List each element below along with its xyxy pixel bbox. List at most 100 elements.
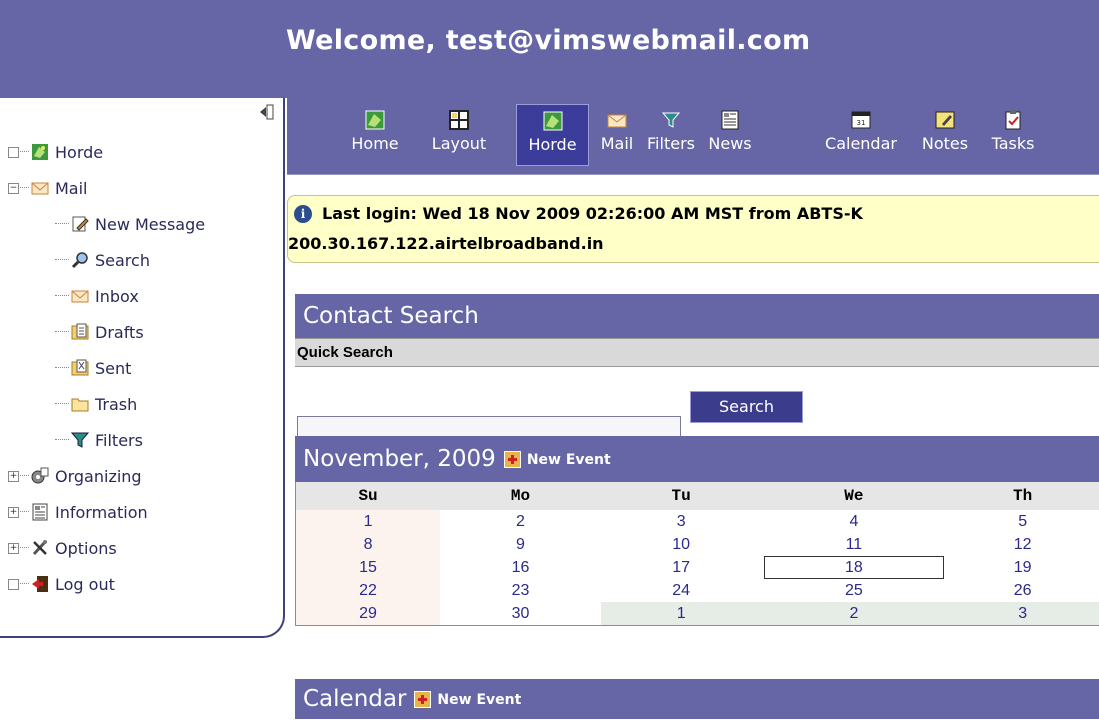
calendar-week-row: 22 23 24 25 26 [296,579,1099,602]
calendar-day[interactable]: 15 [296,556,441,579]
nav-tasks-button[interactable]: Tasks [988,104,1038,166]
add-event-icon[interactable] [414,691,431,708]
nav-label: Layout [432,134,486,153]
calendar-day-today[interactable]: 18 [762,556,947,579]
sidebar: Horde − Mail New Message Search Inbox Dr… [0,98,285,638]
inbox-icon [71,287,89,305]
tree-toggle[interactable]: + [8,543,19,554]
sidebar-item-label: Log out [55,575,115,594]
notice-host: 200.30.167.122.airtelbroadband.in [288,234,604,253]
sidebar-item-new-message[interactable]: New Message [54,210,205,238]
calendar-day[interactable]: 25 [762,579,947,602]
calendar-events-header: Calendar New Event [295,679,1099,719]
month-title[interactable]: November, 2009 [303,446,496,472]
tree-toggle[interactable] [8,147,19,158]
nav-layout-button[interactable]: Layout [430,104,488,166]
sidebar-item-inbox[interactable]: Inbox [54,282,139,310]
calendar-day[interactable]: 22 [296,579,441,602]
sidebar-item-label: New Message [95,215,205,234]
sidebar-item-search[interactable]: Search [54,246,150,274]
weekday-header: Th [946,482,1099,510]
compose-icon [71,215,89,233]
tree-toggle[interactable]: + [8,507,19,518]
sidebar-item-options[interactable]: + Options [8,534,117,562]
sidebar-item-filters[interactable]: Filters [54,426,143,454]
weekday-header-row: Su Mo Tu We Th [296,482,1099,510]
nav-horde-button[interactable]: Horde [516,104,589,166]
drafts-icon [71,323,89,341]
quick-search-label: Quick Search [295,338,1099,367]
nav-label: News [708,134,751,153]
calendar-day[interactable]: 23 [440,579,601,602]
nav-filters-button[interactable]: Filters [641,104,701,166]
calendar-day[interactable]: 16 [440,556,601,579]
calendar-week-row: 8 9 10 11 12 [296,533,1099,556]
mail-icon [31,179,49,197]
organizing-icon [31,467,49,485]
calendar-day[interactable]: 10 [601,533,762,556]
calendar-day[interactable]: 11 [762,533,947,556]
calendar-week-row: 15 16 17 18 19 [296,556,1099,579]
nav-label: Notes [922,134,968,153]
sidebar-item-organizing[interactable]: + Organizing [8,462,142,490]
sidebar-item-mail[interactable]: − Mail [8,174,88,202]
search-button[interactable]: Search [690,391,803,423]
news-icon [720,110,740,130]
weekday-header: We [762,482,947,510]
nav-label: Horde [528,135,576,154]
calendar-day[interactable]: 29 [296,602,441,626]
calendar-day[interactable]: 26 [946,579,1099,602]
calendar-day[interactable]: 8 [296,533,441,556]
sidebar-item-information[interactable]: + Information [8,498,148,526]
trash-icon [71,395,89,413]
nav-label: Mail [601,134,634,153]
calendar-day[interactable]: 30 [440,602,601,626]
sidebar-item-logout[interactable]: Log out [8,570,115,598]
sidebar-item-drafts[interactable]: Drafts [54,318,144,346]
calendar-day[interactable]: 12 [946,533,1099,556]
mail-icon [607,110,627,130]
calendar-day[interactable]: 5 [946,510,1099,533]
calendar-day-next-month[interactable]: 3 [946,602,1099,626]
logout-icon [31,575,49,593]
calendar-day[interactable]: 24 [601,579,762,602]
calendar-month-header: November, 2009 New Event [295,436,1099,482]
sidebar-item-sent[interactable]: Sent [54,354,131,382]
calendar-week-row: 1 2 3 4 5 [296,510,1099,533]
calendar-day[interactable]: 4 [762,510,947,533]
nav-label: Tasks [992,134,1035,153]
sidebar-item-label: Horde [55,143,103,162]
tree-toggle[interactable] [8,579,19,590]
collapse-sidebar-icon[interactable] [258,104,274,120]
calendar-day-next-month[interactable]: 2 [762,602,947,626]
calendar-week-row: 29 30 1 2 3 [296,602,1099,626]
tree-toggle[interactable]: − [8,183,19,194]
calendar-day-next-month[interactable]: 1 [601,602,762,626]
calendar-day[interactable]: 2 [440,510,601,533]
new-event-link[interactable]: New Event [527,452,611,468]
contact-search-header: Contact Search [295,294,1099,338]
nav-news-button[interactable]: News [705,104,755,166]
calendar-day[interactable]: 17 [601,556,762,579]
calendar-day[interactable]: 9 [440,533,601,556]
calendar-day[interactable]: 1 [296,510,441,533]
calendar-title[interactable]: Calendar [303,686,406,712]
calendar-icon: 31 [851,110,871,130]
calendar-day[interactable]: 19 [946,556,1099,579]
sidebar-item-label: Search [95,251,150,270]
tree-toggle[interactable]: + [8,471,19,482]
nav-notes-button[interactable]: Notes [920,104,970,166]
nav-mail-button[interactable]: Mail [597,104,637,166]
sidebar-item-horde[interactable]: Horde [8,138,103,166]
add-event-icon[interactable] [504,451,521,468]
new-event-link[interactable]: New Event [437,692,521,708]
nav-calendar-button[interactable]: 31 Calendar [821,104,901,166]
tasks-icon [1003,110,1023,130]
main-toolbar: Home Layout Horde Mail Filters News 31 C… [287,98,1099,175]
sidebar-item-label: Options [55,539,117,558]
nav-home-button[interactable]: Home [350,104,400,166]
nav-label: Filters [647,134,695,153]
sidebar-item-trash[interactable]: Trash [54,390,137,418]
calendar-day[interactable]: 3 [601,510,762,533]
contact-search-body: Search [295,367,1099,431]
